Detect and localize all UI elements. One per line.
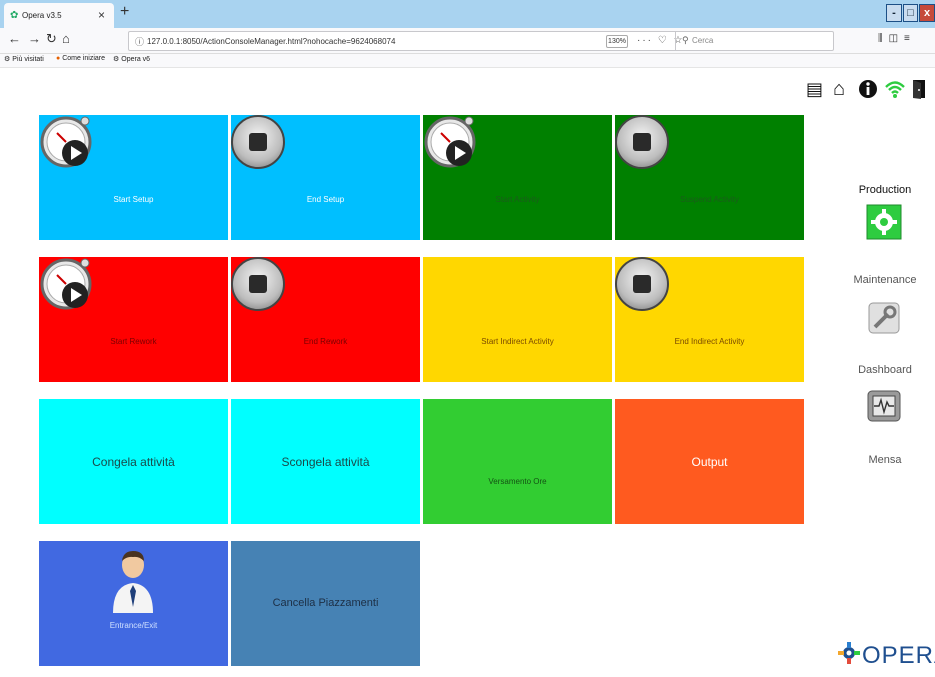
home-icon[interactable]: ⌂ [833,78,845,100]
forward-arrow-icon[interactable]: → [28,31,41,46]
tab-close-icon[interactable]: × [98,8,105,22]
opera-logo-text: OPERA [862,642,935,669]
opera-logo: OPERA [836,637,935,671]
bookmark-getting-started[interactable]: ● Come iniziare [56,55,105,62]
tile-output[interactable]: Output [615,399,804,524]
info-icon[interactable] [858,78,878,105]
search-placeholder: Cerca [692,36,714,45]
side-label-production[interactable]: Production [830,184,935,196]
tile-label: Start Activity [495,195,540,204]
side-label-maintenance[interactable]: Maintenance [830,274,935,286]
stop-icon [615,257,669,311]
tab-title: Opera v3.5 [22,11,62,20]
tile-congela-attivita[interactable]: Congela attività [39,399,228,524]
tile-label: Suspend Activity [680,195,739,204]
tile-end-indirect-activity[interactable]: End Indirect Activity [615,257,804,382]
reload-icon[interactable]: ↻ [46,31,57,47]
gear-icon: ⚙ [4,56,11,63]
tile-end-rework[interactable]: End Rework [231,257,420,382]
tile-label: End Setup [306,195,345,204]
tile-label: Scongela attività [281,455,370,469]
bookmark-opera[interactable]: ⚙ Opera v6 [113,55,150,63]
browser-nav-bar: ← → ↻ ⌂ ⓘ 127.0.0.1:8050/ActionConsoleMa… [0,28,935,54]
tile-start-indirect-activity[interactable]: Start Indirect Activity [423,257,612,382]
clock-play-icon [40,116,92,168]
search-box[interactable]: ⚲ Cerca [675,32,833,50]
side-label-dashboard[interactable]: Dashboard [830,364,935,376]
wifi-icon [884,78,906,105]
side-label-mensa[interactable]: Mensa [830,454,935,466]
tile-label: Start Setup [113,195,154,204]
zoom-level[interactable]: 130% [606,35,628,48]
tile-entrance-exit[interactable]: Entrance/Exit [39,541,228,666]
stop-icon [615,115,669,169]
stop-icon [231,115,285,169]
stop-icon [231,257,285,311]
url-text[interactable]: 127.0.0.1:8050/ActionConsoleManager.html… [147,37,395,46]
person-icon [113,551,153,613]
firefox-icon: ● [56,55,61,62]
wrench-icon[interactable] [866,300,902,336]
new-tab-button[interactable]: + [120,3,129,21]
clock-play-icon [424,116,476,168]
tile-label: Start Indirect Activity [481,337,554,346]
back-arrow-icon[interactable]: ← [8,31,21,46]
url-bar[interactable]: ⓘ 127.0.0.1:8050/ActionConsoleManager.ht… [128,31,834,51]
browser-tab-bar: ✿ Opera v3.5 × + - □ x [0,0,935,28]
tile-versamento-ore[interactable]: Versamento Ore [423,399,612,524]
tile-scongela-attivita[interactable]: Scongela attività [231,399,420,524]
opera-logo-mark-icon [838,642,860,664]
tile-start-rework[interactable]: Start Rework [39,257,228,382]
tile-label: Entrance/Exit [109,621,158,630]
clock-play-icon [40,258,92,310]
tile-cancella-piazzamenti[interactable]: Cancella Piazzamenti [231,541,420,666]
tile-label: Versamento Ore [488,477,547,486]
tile-start-setup[interactable]: Start Setup [39,115,228,240]
tile-label: Cancella Piazzamenti [272,597,379,609]
tile-label: Congela attività [92,455,175,469]
bookmarks-bar: ⚙ Più visitati ● Come iniziare ⚙ Opera v6 [0,54,935,68]
tile-label: End Indirect Activity [674,337,745,346]
window-close-button[interactable]: x [919,4,935,22]
tile-label: Output [691,455,728,469]
opera-favicon-icon: ✿ [10,10,19,21]
opera-icon: ⚙ [113,56,120,63]
exit-door-icon[interactable] [911,78,929,105]
browser-tab[interactable]: ✿ Opera v3.5 × [4,3,114,28]
library-sidebar-menu-icons[interactable]: ⫼◫≡ [878,33,916,44]
note-icon[interactable]: ▤ [806,78,823,100]
window-maximize-button[interactable]: □ [903,4,918,22]
tile-start-activity[interactable]: Start Activity [423,115,612,240]
tile-label: End Rework [303,337,348,346]
monitor-icon[interactable] [866,388,902,424]
tile-end-setup[interactable]: End Setup [231,115,420,240]
bookmark-most-visited[interactable]: ⚙ Più visitati [4,55,44,63]
site-info-icon[interactable]: ⓘ [135,35,144,48]
gear-icon[interactable] [866,204,902,240]
tile-suspend-activity[interactable]: Suspend Activity [615,115,804,240]
home-browser-icon[interactable]: ⌂ [62,31,70,46]
tile-label: Start Rework [110,337,157,346]
search-icon: ⚲ [682,35,689,45]
window-minimize-button[interactable]: - [886,4,902,22]
